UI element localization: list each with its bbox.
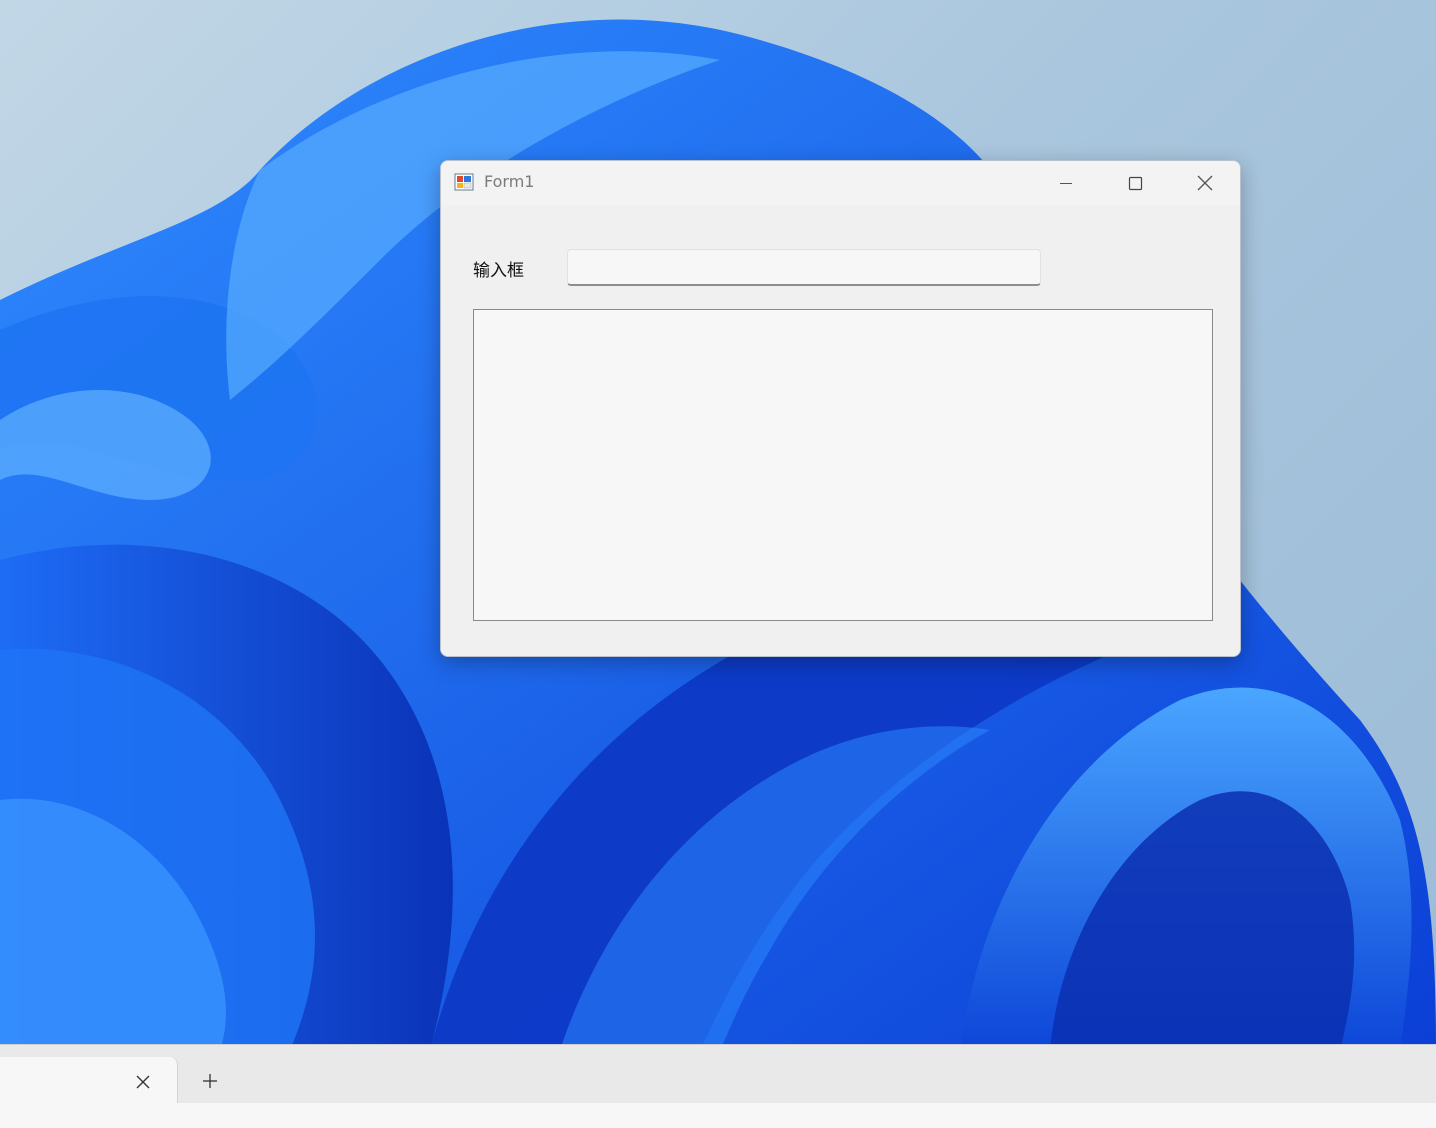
tab-bar (0, 1044, 1436, 1128)
maximize-icon (1128, 176, 1143, 191)
plus-icon (203, 1074, 217, 1088)
new-tab-button[interactable] (196, 1067, 224, 1095)
minimize-icon (1060, 183, 1072, 184)
winforms-app-icon (454, 173, 474, 191)
text-input[interactable] (567, 249, 1041, 286)
window-title: Form1 (484, 172, 535, 191)
tab[interactable] (0, 1057, 178, 1107)
close-button[interactable] (1170, 161, 1240, 205)
close-icon (136, 1075, 150, 1089)
input-label: 输入框 (473, 261, 524, 281)
tab-close-button[interactable] (130, 1069, 156, 1095)
minimize-button[interactable] (1031, 161, 1101, 205)
tab-content-strip (0, 1103, 1436, 1128)
multiline-textbox[interactable] (473, 309, 1213, 621)
desktop: Form1 输入框 (0, 0, 1436, 1128)
form-client-area: 输入框 (441, 205, 1240, 656)
close-icon (1197, 175, 1213, 191)
maximize-button[interactable] (1100, 161, 1170, 205)
form1-window: Form1 输入框 (440, 160, 1241, 657)
title-bar[interactable]: Form1 (441, 161, 1240, 205)
